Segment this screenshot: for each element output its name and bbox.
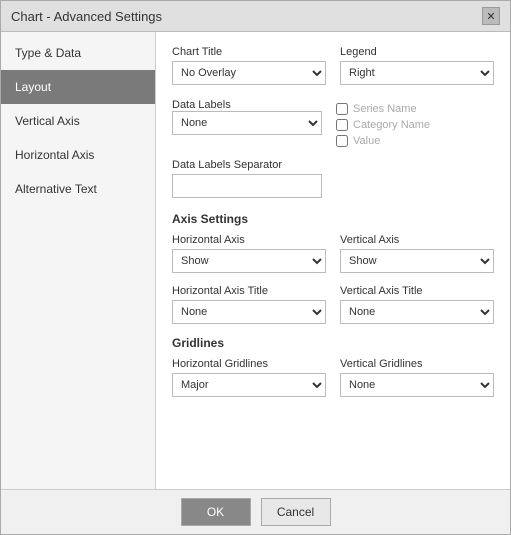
series-name-checkbox[interactable] <box>336 103 348 115</box>
data-labels-row: Data Labels None Series Name Category Na <box>172 97 494 147</box>
vertical-axis-select[interactable]: Show <box>340 249 494 273</box>
sidebar: Type & Data Layout Vertical Axis Horizon… <box>1 32 156 489</box>
vertical-axis-label: Vertical Axis <box>340 234 494 246</box>
sidebar-item-vertical-axis[interactable]: Vertical Axis <box>1 104 155 138</box>
vertical-axis-title-select[interactable]: None <box>340 300 494 324</box>
series-name-label: Series Name <box>353 103 417 115</box>
sidebar-item-type-data[interactable]: Type & Data <box>1 36 155 70</box>
gridlines-row: Horizontal Gridlines Major Vertical Grid… <box>172 358 494 397</box>
legend-label: Legend <box>340 46 494 58</box>
value-checkbox-item[interactable]: Value <box>336 135 494 147</box>
horizontal-axis-select[interactable]: Show <box>172 249 326 273</box>
value-checkbox[interactable] <box>336 135 348 147</box>
axis-settings-title: Axis Settings <box>172 212 494 226</box>
horizontal-axis-title-label: Horizontal Axis Title <box>172 285 326 297</box>
dialog-header: Chart - Advanced Settings ✕ <box>1 1 510 32</box>
gridlines-title: Gridlines <box>172 336 494 350</box>
series-name-checkbox-item[interactable]: Series Name <box>336 103 494 115</box>
legend-group: Legend Right <box>340 46 494 85</box>
vertical-axis-title-label: Vertical Axis Title <box>340 285 494 297</box>
vertical-gridlines-label: Vertical Gridlines <box>340 358 494 370</box>
data-labels-checkboxes: Series Name Category Name Value <box>336 97 494 147</box>
category-name-checkbox[interactable] <box>336 119 348 131</box>
main-content: Chart Title No Overlay Legend Right Data… <box>156 32 510 489</box>
horizontal-gridlines-select[interactable]: Major <box>172 373 326 397</box>
ok-button[interactable]: OK <box>181 498 251 526</box>
horizontal-axis-label: Horizontal Axis <box>172 234 326 246</box>
vertical-gridlines-group: Vertical Gridlines None <box>340 358 494 397</box>
dialog-title: Chart - Advanced Settings <box>11 9 162 24</box>
vertical-gridlines-select[interactable]: None <box>340 373 494 397</box>
data-labels-label: Data Labels <box>172 99 231 111</box>
axis-title-row: Horizontal Axis Title None Vertical Axis… <box>172 285 494 324</box>
chart-title-label: Chart Title <box>172 46 326 58</box>
dialog: Chart - Advanced Settings ✕ Type & Data … <box>0 0 511 535</box>
chart-title-group: Chart Title No Overlay <box>172 46 326 85</box>
legend-select[interactable]: Right <box>340 61 494 85</box>
vertical-axis-title-group: Vertical Axis Title None <box>340 285 494 324</box>
dialog-footer: OK Cancel <box>1 489 510 534</box>
chart-title-select[interactable]: No Overlay <box>172 61 326 85</box>
checkbox-group: Series Name Category Name Value <box>336 103 494 147</box>
data-labels-separator-label: Data Labels Separator <box>172 159 494 171</box>
horizontal-axis-group: Horizontal Axis Show <box>172 234 326 273</box>
sidebar-item-alternative-text[interactable]: Alternative Text <box>1 172 155 206</box>
horizontal-axis-title-group: Horizontal Axis Title None <box>172 285 326 324</box>
category-name-label: Category Name <box>353 119 430 131</box>
category-name-checkbox-item[interactable]: Category Name <box>336 119 494 131</box>
sidebar-item-horizontal-axis[interactable]: Horizontal Axis <box>1 138 155 172</box>
horizontal-gridlines-group: Horizontal Gridlines Major <box>172 358 326 397</box>
horizontal-gridlines-label: Horizontal Gridlines <box>172 358 326 370</box>
close-button[interactable]: ✕ <box>482 7 500 25</box>
sidebar-item-layout[interactable]: Layout <box>1 70 155 104</box>
value-label: Value <box>353 135 380 147</box>
dialog-body: Type & Data Layout Vertical Axis Horizon… <box>1 32 510 489</box>
data-labels-separator-input[interactable] <box>172 174 322 198</box>
data-labels-select[interactable]: None <box>172 111 322 135</box>
data-labels-separator-group: Data Labels Separator <box>172 159 494 198</box>
axis-row: Horizontal Axis Show Vertical Axis Show <box>172 234 494 273</box>
cancel-button[interactable]: Cancel <box>261 498 331 526</box>
data-labels-group: Data Labels None <box>172 97 322 147</box>
horizontal-axis-title-select[interactable]: None <box>172 300 326 324</box>
chart-title-legend-row: Chart Title No Overlay Legend Right <box>172 46 494 85</box>
vertical-axis-group: Vertical Axis Show <box>340 234 494 273</box>
